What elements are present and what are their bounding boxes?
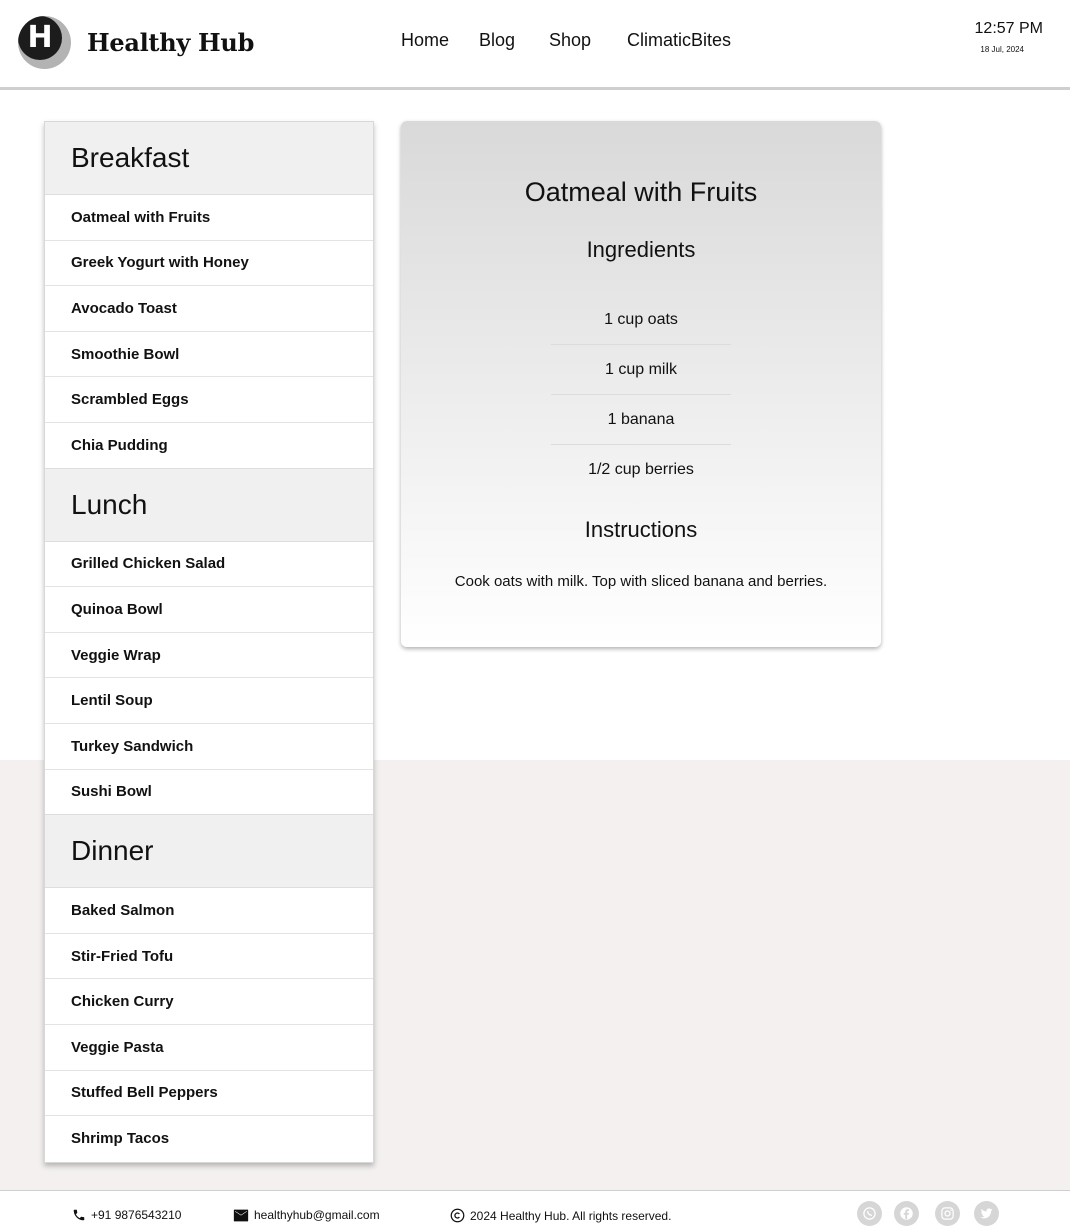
mail-icon: [233, 1209, 249, 1221]
copyright-text: 2024 Healthy Hub. All rights reserved.: [470, 1208, 672, 1223]
ingredient-item: 1 cup oats: [551, 295, 731, 345]
meal-item[interactable]: Scrambled Eggs: [45, 377, 373, 423]
whatsapp-icon[interactable]: [857, 1201, 882, 1226]
meal-item[interactable]: Grilled Chicken Salad: [45, 542, 373, 588]
recipe-title: Oatmeal with Fruits: [524, 177, 758, 207]
facebook-icon[interactable]: [894, 1201, 919, 1226]
instagram-icon[interactable]: [935, 1201, 960, 1226]
instructions-heading: Instructions: [584, 517, 698, 542]
meal-item[interactable]: Shrimp Tacos: [45, 1116, 373, 1162]
ingredient-item: 1 banana: [551, 395, 731, 445]
copyright-icon: [450, 1208, 465, 1223]
footer-copyright: 2024 Healthy Hub. All rights reserved.: [450, 1208, 671, 1223]
email-address: healthyhub@gmail.com: [254, 1208, 380, 1222]
ingredient-item: 1 cup milk: [551, 345, 731, 395]
meal-item[interactable]: Stuffed Bell Peppers: [45, 1071, 373, 1117]
footer-email[interactable]: healthyhub@gmail.com: [233, 1208, 380, 1222]
site-footer: +91 9876543210 healthyhub@gmail.com 2024…: [0, 1190, 1070, 1232]
meal-item[interactable]: Turkey Sandwich: [45, 724, 373, 770]
clock-date: 18 Jul, 2024: [980, 45, 1024, 54]
meal-item[interactable]: Veggie Pasta: [45, 1025, 373, 1071]
ingredients-heading: Ingredients: [586, 237, 696, 262]
meal-item[interactable]: Chicken Curry: [45, 979, 373, 1025]
recipe-card: Oatmeal with Fruits Ingredients 1 cup oa…: [401, 121, 881, 647]
meal-item[interactable]: Avocado Toast: [45, 286, 373, 332]
nav-climaticbites[interactable]: ClimaticBites: [627, 30, 731, 51]
nav-shop[interactable]: Shop: [549, 30, 591, 51]
meal-sidebar: Breakfast Oatmeal with Fruits Greek Yogu…: [44, 121, 374, 1163]
twitter-icon[interactable]: [974, 1201, 999, 1226]
brand-name[interactable]: Healthy Hub: [87, 28, 254, 57]
section-heading-breakfast: Breakfast: [45, 122, 373, 195]
meal-item[interactable]: Veggie Wrap: [45, 633, 373, 679]
section-heading-dinner: Dinner: [45, 815, 373, 889]
meal-item[interactable]: Stir-Fried Tofu: [45, 934, 373, 980]
nav-blog[interactable]: Blog: [479, 30, 515, 51]
logo-letter: H: [27, 20, 53, 55]
phone-number: +91 9876543210: [91, 1208, 182, 1222]
meal-item[interactable]: Smoothie Bowl: [45, 332, 373, 378]
footer-phone[interactable]: +91 9876543210: [72, 1208, 181, 1222]
meal-item[interactable]: Lentil Soup: [45, 678, 373, 724]
meal-item[interactable]: Greek Yogurt with Honey: [45, 241, 373, 287]
instructions-text: Cook oats with milk. Top with sliced ban…: [454, 573, 828, 590]
ingredient-item: 1/2 cup berries: [588, 461, 694, 478]
meal-item[interactable]: Sushi Bowl: [45, 770, 373, 816]
nav-home[interactable]: Home: [401, 30, 449, 51]
ingredients-list: 1 cup oats 1 cup milk 1 banana 1/2 cup b…: [551, 295, 731, 495]
meal-item[interactable]: Chia Pudding: [45, 423, 373, 469]
site-header: H Healthy Hub Home Blog Shop ClimaticBit…: [0, 0, 1070, 90]
meal-item[interactable]: Quinoa Bowl: [45, 587, 373, 633]
clock-time: 12:57 PM: [974, 20, 1043, 37]
logo-icon[interactable]: H: [18, 16, 71, 69]
phone-icon: [73, 1209, 85, 1221]
section-heading-lunch: Lunch: [45, 468, 373, 542]
meal-item[interactable]: Baked Salmon: [45, 888, 373, 934]
meal-item[interactable]: Oatmeal with Fruits: [45, 195, 373, 241]
